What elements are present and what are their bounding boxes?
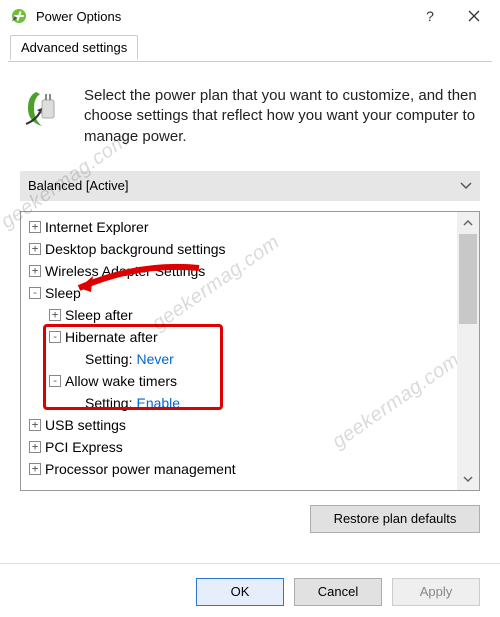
tree-scrollbar[interactable] — [457, 212, 479, 490]
scroll-up-icon[interactable] — [457, 212, 479, 234]
plus-icon[interactable]: + — [29, 265, 41, 277]
power-plan-icon — [20, 86, 68, 134]
help-button[interactable]: ? — [408, 1, 452, 31]
plus-icon[interactable]: + — [29, 441, 41, 453]
plus-icon[interactable]: + — [29, 463, 41, 475]
intro-block: Select the power plan that you want to c… — [20, 86, 480, 147]
tree-node-wireless-adapter[interactable]: + Wireless Adapter Settings — [23, 260, 457, 282]
close-button[interactable] — [452, 1, 496, 31]
cancel-button[interactable]: Cancel — [294, 578, 382, 606]
plus-icon[interactable]: + — [49, 309, 61, 321]
tree-node-internet-explorer[interactable]: + Internet Explorer — [23, 216, 457, 238]
minus-icon[interactable]: - — [29, 287, 41, 299]
scroll-track[interactable] — [457, 234, 479, 468]
tree-node-desktop-background[interactable]: + Desktop background settings — [23, 238, 457, 260]
settings-tree-container: + Internet Explorer + Desktop background… — [20, 211, 480, 491]
tree-node-sleep[interactable]: - Sleep — [23, 282, 457, 304]
window-title: Power Options — [36, 9, 408, 24]
scroll-down-icon[interactable] — [457, 468, 479, 490]
minus-icon[interactable]: - — [49, 331, 61, 343]
tab-strip: Advanced settings — [8, 34, 492, 62]
tree-node-processor-power-management[interactable]: + Processor power management — [23, 458, 457, 480]
power-plan-dropdown[interactable]: Balanced [Active] — [20, 171, 480, 201]
tree-node-allow-wake-timers[interactable]: - Allow wake timers — [23, 370, 457, 392]
plus-icon[interactable]: + — [29, 243, 41, 255]
plus-icon[interactable]: + — [29, 419, 41, 431]
power-options-icon — [10, 7, 28, 25]
ok-button[interactable]: OK — [196, 578, 284, 606]
apply-button[interactable]: Apply — [392, 578, 480, 606]
intro-text: Select the power plan that you want to c… — [84, 86, 480, 147]
hibernate-setting-value[interactable]: Never — [136, 348, 173, 370]
titlebar: Power Options ? — [0, 0, 500, 32]
dialog-footer: OK Cancel Apply — [0, 564, 500, 606]
restore-plan-defaults-button[interactable]: Restore plan defaults — [310, 505, 480, 533]
plus-icon[interactable]: + — [29, 221, 41, 233]
tree-node-sleep-after[interactable]: + Sleep after — [23, 304, 457, 326]
chevron-down-icon — [460, 179, 472, 193]
tree-node-wake-setting[interactable]: Setting: Enable — [23, 392, 457, 414]
tree-node-hibernate-setting[interactable]: Setting: Never — [23, 348, 457, 370]
scroll-thumb[interactable] — [459, 234, 477, 324]
power-plan-selected: Balanced [Active] — [28, 178, 128, 193]
tab-advanced-settings[interactable]: Advanced settings — [10, 35, 138, 60]
settings-tree[interactable]: + Internet Explorer + Desktop background… — [21, 212, 457, 490]
tree-node-hibernate-after[interactable]: - Hibernate after — [23, 326, 457, 348]
wake-setting-value[interactable]: Enable — [136, 392, 180, 414]
tree-node-pci-express[interactable]: + PCI Express — [23, 436, 457, 458]
minus-icon[interactable]: - — [49, 375, 61, 387]
tree-node-usb-settings[interactable]: + USB settings — [23, 414, 457, 436]
